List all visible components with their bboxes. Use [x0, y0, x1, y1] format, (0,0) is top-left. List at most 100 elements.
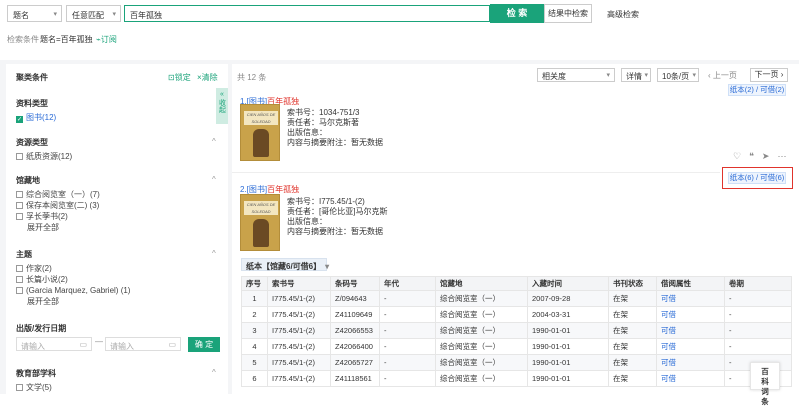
- checkbox-icon: [16, 202, 23, 209]
- table-row: 2 I775.45/1-(2) Z41109649- 综合阅览室（一） 2004-03-…: [241, 306, 792, 323]
- checkbox-icon: [16, 265, 23, 272]
- table-cell: -: [379, 370, 436, 387]
- baike-button[interactable]: 百科词条: [750, 362, 780, 406]
- filter-location: 馆藏地 综合阅览室（一）(7) 保存本阅览室(二) (3) 孚长荸书(2) 展开…: [16, 175, 100, 233]
- result-count: 共 12 条: [237, 73, 267, 82]
- filter-option-label: 长篇小说(2): [26, 275, 68, 284]
- view-select[interactable]: 详情 ▾: [621, 68, 651, 82]
- prev-page-button[interactable]: ‹ 上一页: [708, 70, 737, 81]
- field-select-value: 题名: [13, 11, 29, 20]
- table-cell: 综合阅览室（一）: [435, 338, 528, 355]
- table-cell: 在架: [608, 338, 657, 355]
- prev-page-label: 上一页: [712, 71, 737, 80]
- filter-option-label: 综合阅览室（一）(7): [26, 190, 100, 199]
- result-index: 2.: [240, 185, 247, 194]
- table-cell[interactable]: 可借: [656, 354, 725, 371]
- chevron-up-icon[interactable]: ^: [212, 137, 216, 146]
- table-cell: I775.45/1-(2): [267, 370, 331, 387]
- col-header: 馆藏地: [435, 276, 528, 291]
- quote-icon[interactable]: ❝: [749, 151, 762, 161]
- table-cell[interactable]: 可借: [656, 306, 725, 323]
- share-icon[interactable]: ➤: [762, 151, 778, 161]
- date-from-input[interactable]: 请输入 ▭: [16, 337, 92, 351]
- table-cell: -: [724, 338, 792, 355]
- date-confirm-button[interactable]: 确 定: [188, 337, 220, 352]
- table-cell: I775.45/1-(2): [267, 338, 331, 355]
- search-button[interactable]: 检 索: [490, 4, 544, 23]
- holdings-badge-1[interactable]: 纸本(2) / 可借(2): [728, 84, 786, 96]
- collapse-sidebar-button[interactable]: «收起: [216, 88, 228, 124]
- col-header: 年代: [379, 276, 436, 291]
- table-cell: 3: [241, 322, 268, 339]
- table-cell: 综合阅览室（一）: [435, 354, 528, 371]
- filter-option[interactable]: 长篇小说(2): [16, 274, 130, 285]
- table-cell: -: [724, 322, 792, 339]
- next-page-button[interactable]: 下一页 ›: [750, 68, 788, 82]
- sort-select[interactable]: 相关度 ▾: [537, 68, 615, 82]
- holdings-badge-2[interactable]: 纸本(6) / 可借(6): [728, 172, 786, 184]
- table-cell: Z42066400: [330, 338, 380, 355]
- filter-title: 教育部学科: [16, 369, 56, 378]
- filter-option-book[interactable]: ✓ 图书(12): [16, 112, 56, 123]
- result-meta-1: 索书号：1034-751/3 责任者：马尔克斯著 出版信息： 内容与摘要附注：暂…: [287, 108, 383, 148]
- filter-option[interactable]: 作家(2): [16, 263, 130, 274]
- chevron-up-icon[interactable]: ^: [212, 175, 216, 184]
- table-cell: -: [379, 306, 436, 323]
- advanced-search-link[interactable]: 高级检索: [607, 9, 639, 20]
- table-cell: 1: [241, 290, 268, 307]
- table-cell: Z42066553: [330, 322, 380, 339]
- date-to-placeholder: 请输入: [110, 342, 134, 351]
- cover-title-text: CIEN AÑOS DE SOLEDAD: [246, 202, 276, 214]
- field-select[interactable]: 题名 ▾: [7, 5, 62, 22]
- table-cell[interactable]: 可借: [656, 370, 725, 387]
- expand-all-link[interactable]: 展开全部: [16, 222, 100, 233]
- table-cell: 1990-01-01: [527, 322, 609, 339]
- filter-option[interactable]: (Garcia Marquez, Gabriel) (1): [16, 285, 130, 296]
- col-header: 借阅属性: [656, 276, 725, 291]
- checkbox-icon: [16, 276, 23, 283]
- lock-button[interactable]: ⊡锁定: [168, 72, 191, 83]
- chevron-down-icon: ▾: [606, 72, 610, 79]
- page-size-select[interactable]: 10条/页 ▾: [657, 68, 699, 82]
- chevron-up-icon[interactable]: ^: [212, 368, 216, 377]
- search-input[interactable]: 百年孤独: [124, 5, 490, 22]
- table-cell: -: [724, 290, 792, 307]
- table-cell: I775.45/1-(2): [267, 290, 331, 307]
- table-cell[interactable]: 可借: [656, 322, 725, 339]
- filter-option[interactable]: 文学(5): [16, 382, 56, 393]
- book-cover-2[interactable]: CIEN AÑOS DE SOLEDAD: [240, 194, 280, 251]
- filter-option-label: 图书(12): [26, 113, 57, 122]
- table-cell: 在架: [608, 322, 657, 339]
- date-to-input[interactable]: 请输入 ▭: [105, 337, 181, 351]
- filter-option-paper[interactable]: 纸质资源(12): [16, 151, 72, 162]
- page-size-select-value: 10条/页: [662, 72, 690, 81]
- match-select[interactable]: 任意匹配 ▾: [66, 5, 121, 22]
- expand-all-link[interactable]: 展开全部: [16, 296, 130, 307]
- filter-option[interactable]: 孚长荸书(2): [16, 211, 100, 222]
- more-icon[interactable]: ⋯: [777, 151, 794, 161]
- heart-icon[interactable]: ♡: [733, 151, 749, 161]
- chevron-left-icon: «: [220, 91, 224, 98]
- table-cell[interactable]: 可借: [656, 290, 725, 307]
- table-cell: Z/094643: [330, 290, 380, 307]
- table-cell[interactable]: 可借: [656, 338, 725, 355]
- subscribe-link[interactable]: ⌁订阅: [96, 34, 117, 45]
- cover-figure: [253, 129, 269, 157]
- table-cell: I775.45/1-(2): [267, 354, 331, 371]
- holdings-tab[interactable]: 纸本【馆藏6/可借6】 ▾: [241, 258, 329, 271]
- filter-title: 出版/发行日期: [16, 324, 67, 333]
- filter-option[interactable]: 保存本阅览室(二) (3): [16, 200, 100, 211]
- table-cell: -: [379, 354, 436, 371]
- search-in-results-button[interactable]: 结果中检索: [544, 4, 592, 23]
- table-cell: 综合阅览室（一）: [435, 322, 528, 339]
- filter-option[interactable]: 综合阅览室（一）(7): [16, 189, 100, 200]
- chevron-up-icon[interactable]: ^: [212, 249, 216, 258]
- condition-label: 检索条件: [7, 35, 39, 44]
- abstract-note: 内容与摘要附注：暂无数据: [287, 227, 383, 236]
- clear-button[interactable]: ×清除: [197, 72, 218, 83]
- book-cover-1[interactable]: CIEN AÑOS DE SOLEDAD: [240, 104, 280, 161]
- clear-label: 清除: [201, 73, 218, 82]
- publish-info: 出版信息：: [287, 217, 327, 226]
- calendar-icon: ▭: [168, 340, 176, 349]
- col-header: 书刊状态: [608, 276, 657, 291]
